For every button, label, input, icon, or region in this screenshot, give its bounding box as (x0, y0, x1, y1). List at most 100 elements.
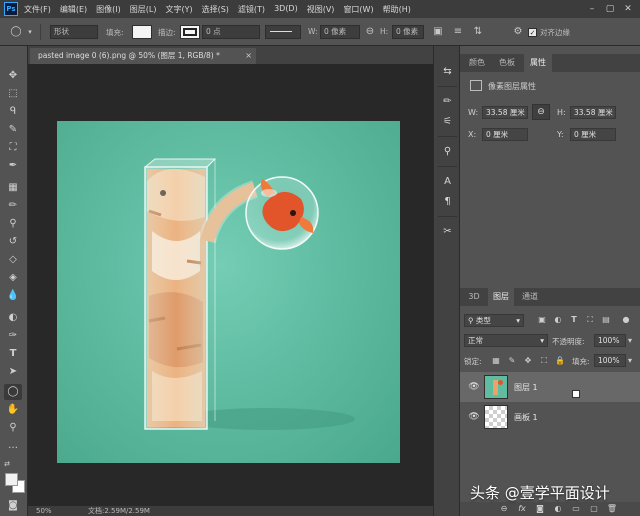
layer-row-artboard1[interactable]: 👁 画板 1 (460, 402, 640, 432)
healing-brush-tool-icon[interactable]: ▦ (4, 180, 22, 196)
menu-item[interactable]: 滤镜(T) (238, 4, 265, 15)
folder-icon[interactable]: ▭ (570, 503, 582, 515)
hand-tool-icon[interactable]: ✋ (4, 402, 22, 418)
more-tools-icon[interactable]: … (4, 438, 22, 454)
x-field[interactable]: 0 厘米 (482, 128, 528, 141)
history-panel-icon[interactable]: ⇆ (440, 64, 455, 79)
filter-shape-icon[interactable]: ⛶ (584, 314, 596, 326)
lock-position-icon[interactable]: ✥ (522, 355, 534, 367)
type-tool-icon[interactable]: T (4, 346, 22, 362)
link-icon[interactable]: ⊖ (364, 26, 376, 38)
foreground-color-swatch[interactable] (5, 473, 18, 486)
close-document-icon[interactable]: × (245, 48, 252, 64)
menu-item[interactable]: 窗口(W) (343, 4, 373, 15)
eye-icon[interactable]: 👁 (468, 411, 480, 423)
layer-row-layer1[interactable]: 👁 图层 1 (460, 372, 640, 402)
tab-swatches[interactable]: 色板 (492, 54, 522, 72)
width-field[interactable]: 33.58 厘米 (482, 106, 528, 119)
stroke-swatch[interactable] (180, 25, 200, 39)
blend-mode-select[interactable]: 正常 ▾ (464, 334, 548, 347)
clone-source-panel-icon[interactable]: ⚲ (440, 144, 455, 159)
stroke-type-select[interactable] (265, 25, 301, 39)
opacity-field[interactable]: 100% (594, 334, 626, 347)
character-panel-icon[interactable]: A (440, 174, 455, 189)
path-selection-tool-icon[interactable]: ➤ (4, 364, 22, 380)
zoom-level[interactable]: 50% (36, 506, 52, 516)
path-arrangement-icon[interactable]: ⇅ (472, 26, 484, 38)
menu-item[interactable]: 文件(F) (24, 4, 51, 15)
marquee-tool-icon[interactable]: ⬚ (4, 86, 22, 102)
gear-icon[interactable]: ⚙ (512, 26, 524, 38)
crop-tool-icon[interactable]: ⛶ (4, 140, 22, 156)
tool-presets-panel-icon[interactable]: ✂ (440, 224, 455, 239)
new-layer-icon[interactable]: ▢ (588, 503, 600, 515)
menu-item[interactable]: 文字(Y) (165, 4, 192, 15)
path-operations-icon[interactable]: ▣ (432, 26, 444, 38)
chevron-down-icon[interactable]: ▾ (24, 26, 36, 38)
document-tab[interactable]: pasted image 0 (6).png @ 50% (图层 1, RGB/… (30, 48, 256, 64)
lock-all-icon[interactable]: 🔒 (554, 355, 566, 367)
zoom-tool-icon[interactable]: ⚲ (4, 420, 22, 436)
adjustments-panel-icon[interactable]: ⚟ (440, 114, 455, 129)
eyedropper-tool-icon[interactable]: ✒ (4, 158, 22, 174)
lock-artboard-icon[interactable]: ⛶ (538, 355, 550, 367)
path-alignment-icon[interactable]: ≡ (452, 26, 464, 38)
filter-smart-object-icon[interactable]: ▤ (600, 314, 612, 326)
chevron-down-icon[interactable]: ▾ (628, 356, 632, 365)
menu-item[interactable]: 图像(I) (96, 4, 121, 15)
tab-channels[interactable]: 通道 (516, 288, 544, 306)
height-field[interactable]: 33.58 厘米 (570, 106, 616, 119)
close-window-button[interactable]: ✕ (622, 3, 634, 15)
chevron-down-icon[interactable]: ▾ (628, 336, 632, 345)
shape-mode-select[interactable]: 形状 (50, 25, 98, 39)
blur-tool-icon[interactable]: 💧 (4, 288, 22, 304)
lock-pixels-icon[interactable]: ✎ (506, 355, 518, 367)
tab-properties[interactable]: 属性 (524, 54, 552, 72)
width-field[interactable]: 0 像素 (320, 25, 360, 39)
link-dimensions-icon[interactable]: ⊖ (532, 104, 550, 120)
menu-item[interactable]: 选择(S) (202, 4, 229, 15)
pen-tool-icon[interactable]: ✑ (4, 328, 22, 344)
layer-filter-select[interactable]: ⚲ 类型 ▾ (464, 314, 524, 327)
filter-toggle-icon[interactable]: ● (620, 314, 632, 326)
filter-pixel-icon[interactable]: ▣ (536, 314, 548, 326)
adjustment-layer-icon[interactable]: ◐ (552, 503, 564, 515)
stroke-width-field[interactable]: 0 点 (202, 25, 260, 39)
canvas-area[interactable] (28, 64, 433, 506)
fill-swatch[interactable] (132, 25, 152, 39)
quick-selection-tool-icon[interactable]: ✎ (4, 122, 22, 138)
y-field[interactable]: 0 厘米 (570, 128, 616, 141)
tab-3d[interactable]: 3D (464, 288, 484, 306)
move-tool-icon[interactable]: ✥ (4, 68, 22, 84)
trash-icon[interactable]: 🗑 (606, 503, 618, 515)
brush-panel-icon[interactable]: ✏ (440, 94, 455, 109)
dodge-tool-icon[interactable]: ◐ (4, 310, 22, 326)
swap-colors-icon[interactable]: ⇄ (2, 456, 12, 472)
fx-icon[interactable]: fx (516, 503, 528, 515)
clone-stamp-tool-icon[interactable]: ⚲ (4, 216, 22, 232)
artwork-canvas[interactable] (57, 121, 400, 463)
paint-bucket-tool-icon[interactable]: ◈ (4, 270, 22, 286)
ellipse-tool-icon[interactable]: ◯ (4, 384, 22, 400)
minimize-button[interactable]: – (586, 3, 598, 15)
menu-item[interactable]: 3D(D) (274, 4, 298, 15)
add-mask-icon[interactable]: ◙ (534, 503, 546, 515)
eye-icon[interactable]: 👁 (468, 381, 480, 393)
tab-layers[interactable]: 图层 (488, 288, 514, 306)
menu-item[interactable]: 图层(L) (130, 4, 157, 15)
quick-mask-icon[interactable]: ◙ (4, 498, 22, 514)
menu-item[interactable]: 视图(V) (307, 4, 335, 15)
filter-adjustment-icon[interactable]: ◐ (552, 314, 564, 326)
brush-tool-icon[interactable]: ✏ (4, 198, 22, 214)
history-brush-tool-icon[interactable]: ↺ (4, 234, 22, 250)
lasso-tool-icon[interactable]: ᑫ (4, 104, 22, 120)
ellipse-tool-preset-icon[interactable]: ◯ (10, 26, 22, 38)
filter-type-icon[interactable]: T (568, 314, 580, 326)
link-layers-icon[interactable]: ⊖ (498, 503, 510, 515)
menu-item[interactable]: 帮助(H) (383, 4, 411, 15)
fill-field[interactable]: 100% (594, 354, 626, 367)
menu-item[interactable]: 编辑(E) (60, 4, 87, 15)
maximize-button[interactable]: ▢ (604, 3, 616, 15)
lock-transparency-icon[interactable]: ▦ (490, 355, 502, 367)
align-edges-checkbox[interactable]: ✓ (528, 28, 537, 37)
